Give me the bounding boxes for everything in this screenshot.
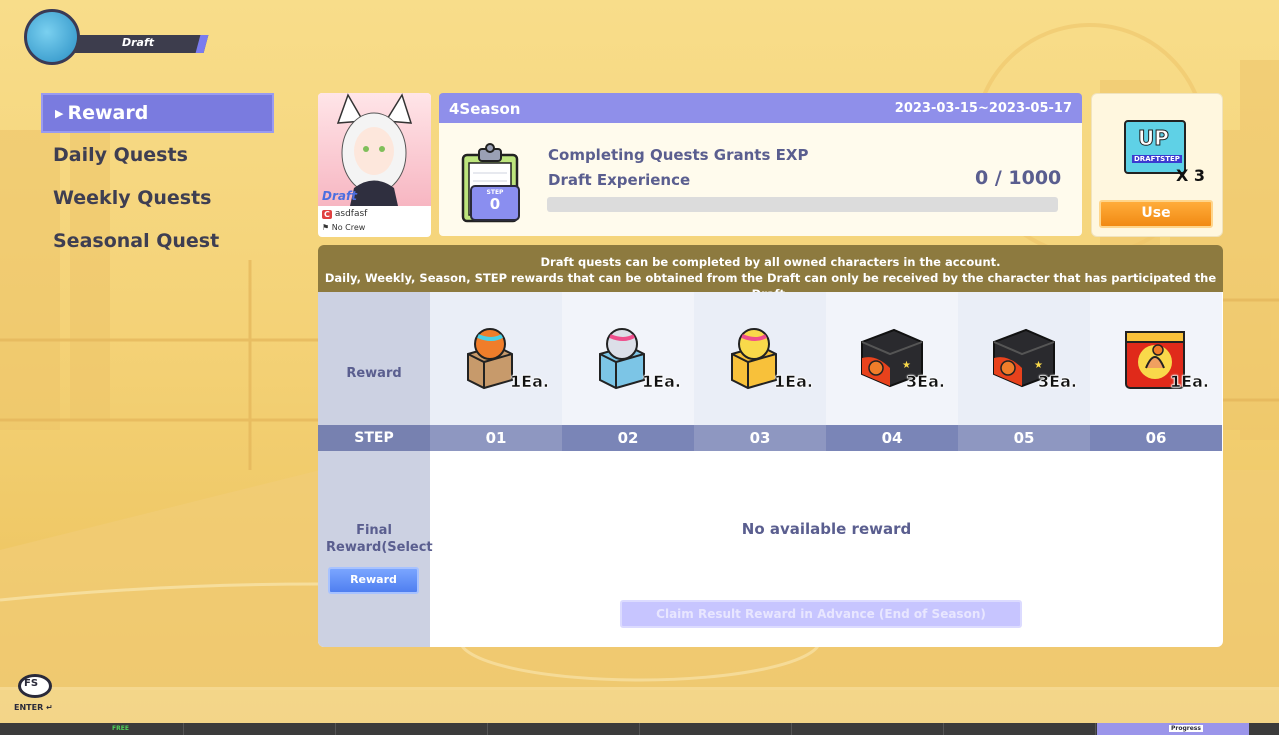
enter-hint-text: ENTER xyxy=(14,703,44,712)
player-name: C asdfasf xyxy=(322,209,367,219)
experience-label: Draft Experience xyxy=(548,171,691,189)
final-reward-label: Final Reward(Select xyxy=(326,523,433,555)
step-number: 05 xyxy=(958,425,1090,451)
taskbar-slot[interactable] xyxy=(336,723,488,735)
season-date-range: 2023-03-15~2023-05-17 xyxy=(894,101,1072,116)
quest-description: Completing Quests Grants EXP xyxy=(548,146,809,164)
svg-text:★: ★ xyxy=(1034,360,1043,371)
reward-quantity: 1Ea. xyxy=(510,372,549,392)
fs-logo-text: FS xyxy=(24,678,39,689)
step-number: 04 xyxy=(826,425,958,451)
progress-label: Progress xyxy=(1169,725,1203,732)
menu-item-label: Reward xyxy=(67,102,149,124)
mode-badge: Draft xyxy=(24,9,214,65)
enter-key-icon: ↵ xyxy=(46,703,53,712)
step-number: 01 xyxy=(430,425,562,451)
menu-item-label: Daily Quests xyxy=(53,143,188,166)
use-button[interactable]: Use xyxy=(1099,200,1213,228)
reward-quantity: 1Ea. xyxy=(774,372,813,392)
crew-status-text: No Crew xyxy=(331,223,366,232)
taskbar-slot[interactable] xyxy=(184,723,336,735)
step-row-label: STEP xyxy=(318,425,430,451)
reward-cell-04[interactable]: ★ 3Ea. xyxy=(826,292,958,425)
notice-line-1: Draft quests can be completed by all own… xyxy=(540,255,1001,269)
final-reward-button[interactable]: Reward xyxy=(328,567,419,594)
taskbar-slot[interactable] xyxy=(792,723,944,735)
crew-mark-icon: C xyxy=(322,209,332,219)
bottom-taskbar xyxy=(0,723,1279,735)
enter-hint: ENTER ↵ xyxy=(14,703,53,712)
reward-quantity: 3Ea. xyxy=(906,372,945,392)
reward-quantity: 1Ea. xyxy=(642,372,681,392)
menu-item-reward[interactable]: ▶ Reward xyxy=(41,93,274,133)
taskbar-slot[interactable] xyxy=(488,723,640,735)
taskbar-slot[interactable] xyxy=(944,723,1096,735)
progress-tab[interactable]: Progress xyxy=(1097,723,1249,735)
basketball-logo-icon xyxy=(24,9,80,65)
menu-item-label: Weekly Quests xyxy=(53,186,212,209)
step-row: STEP 01 02 03 04 05 06 xyxy=(318,425,1223,451)
reward-row-label: Reward xyxy=(346,366,402,381)
ticket-count: X 3 xyxy=(1176,166,1206,185)
step-number: 06 xyxy=(1090,425,1222,451)
season-panel: Completing Quests Grants EXP Draft Exper… xyxy=(439,123,1082,236)
reward-cell-02[interactable]: 1Ea. xyxy=(562,292,694,425)
season-header: 4Season 2023-03-15~2023-05-17 xyxy=(439,93,1082,123)
menu-item-daily-quests[interactable]: Daily Quests xyxy=(41,133,274,176)
step-counter-value: 0 xyxy=(489,195,501,213)
claim-advance-reward-button[interactable]: Claim Result Reward in Advance (End of S… xyxy=(620,600,1022,628)
step-up-item-panel: UP DRAFTSTEP X 3 Use xyxy=(1091,93,1223,237)
mode-label: Draft xyxy=(122,36,155,49)
taskbar-slot[interactable] xyxy=(640,723,792,735)
season-title: 4Season xyxy=(449,100,521,118)
reward-quantity: 1Ea. xyxy=(1170,372,1209,392)
flag-icon: ⚑ xyxy=(322,223,330,232)
up-text: UP xyxy=(1138,126,1170,151)
card-mode-label: Draft xyxy=(322,189,357,203)
reward-cell-05[interactable]: ★ 3Ea. xyxy=(958,292,1090,425)
quest-menu: ▶ Reward Daily Quests Weekly Quests Seas… xyxy=(41,93,274,262)
draft-notice: Draft quests can be completed by all own… xyxy=(318,245,1223,301)
no-reward-message: No available reward xyxy=(741,520,912,538)
step-counter: STEP 0 xyxy=(470,185,520,221)
reward-cell-03[interactable]: 1Ea. xyxy=(694,292,826,425)
free-tag: FREE xyxy=(112,725,129,732)
draft-step-text: DRAFTSTEP xyxy=(1132,155,1182,163)
menu-item-seasonal-quest[interactable]: Seasonal Quest xyxy=(41,219,274,262)
crew-status: ⚑ No Crew xyxy=(322,223,365,232)
reward-table: Reward 1Ea. 1Ea. 1Ea. ★ 3Ea. ★ 3Ea. 1Ea.… xyxy=(318,292,1223,647)
menu-item-weekly-quests[interactable]: Weekly Quests xyxy=(41,176,274,219)
experience-value: 0 / 1000 xyxy=(975,167,1062,189)
menu-item-label: Seasonal Quest xyxy=(53,229,220,252)
experience-progress-bar xyxy=(547,197,1058,212)
character-card: Draft C asdfasf ⚑ No Crew xyxy=(318,93,431,237)
reward-cell-06[interactable]: 1Ea. xyxy=(1090,292,1222,425)
caret-right-icon: ▶ xyxy=(55,106,64,120)
step-number: 02 xyxy=(562,425,694,451)
step-number: 03 xyxy=(694,425,826,451)
reward-cell-01[interactable]: 1Ea. xyxy=(430,292,562,425)
taskbar-slot[interactable] xyxy=(0,723,184,735)
svg-text:★: ★ xyxy=(902,360,911,371)
reward-quantity: 3Ea. xyxy=(1038,372,1077,392)
player-name-text: asdfasf xyxy=(334,209,368,219)
